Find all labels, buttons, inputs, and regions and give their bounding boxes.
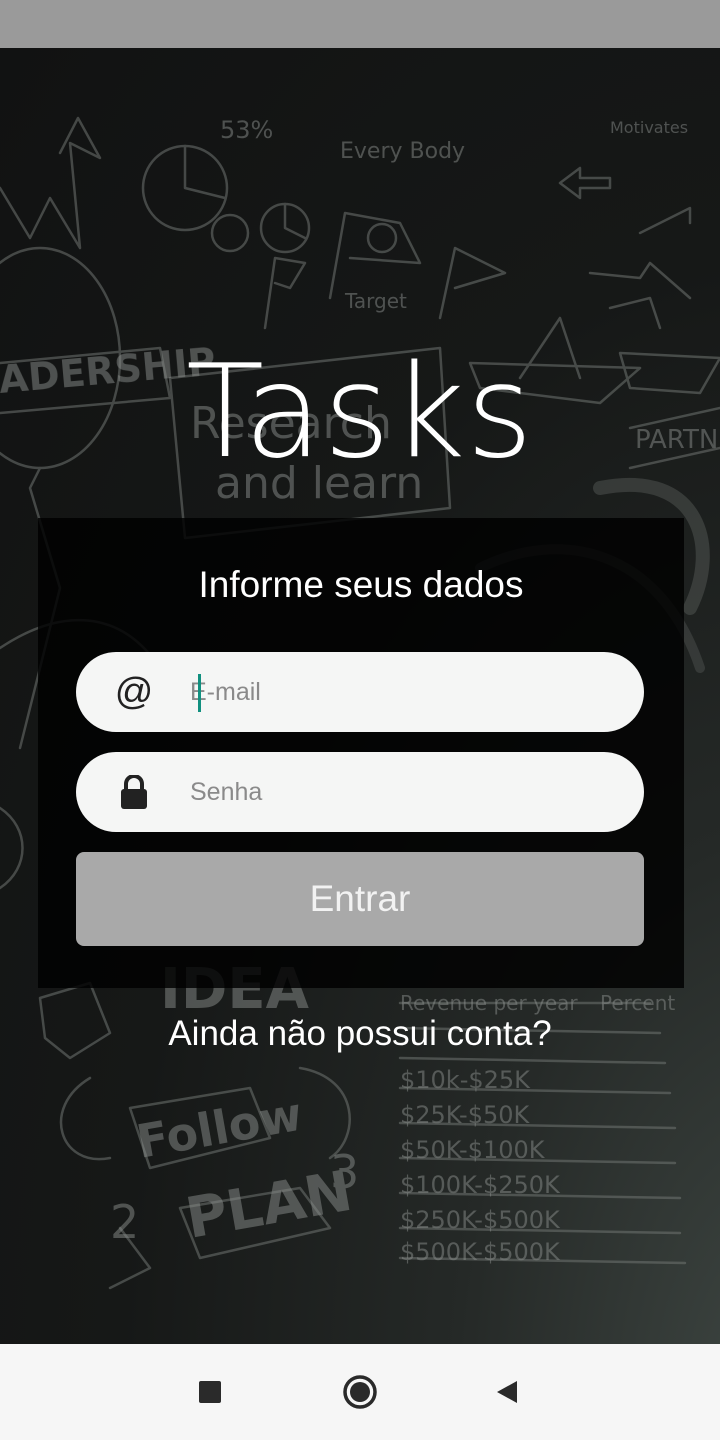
svg-text:Revenue per year: Revenue per year <box>400 991 578 1015</box>
triangle-back-icon <box>497 1381 517 1403</box>
login-form-panel: Informe seus dados @ Entrar <box>38 518 684 988</box>
recents-button[interactable] <box>186 1368 234 1416</box>
text-caret <box>198 674 201 712</box>
signup-link[interactable]: Ainda não possui conta? <box>0 1014 720 1054</box>
home-button[interactable] <box>336 1368 384 1416</box>
login-screen: 53% Every Body Target ADERSHIP Research … <box>0 48 720 1344</box>
svg-text:$50K-$100K: $50K-$100K <box>400 1136 546 1164</box>
email-input[interactable] <box>190 652 610 732</box>
svg-text:2: 2 <box>110 1195 139 1249</box>
svg-text:$100K-$250K: $100K-$250K <box>400 1171 561 1199</box>
svg-text:Percent: Percent <box>600 991 675 1015</box>
back-button[interactable] <box>482 1368 530 1416</box>
svg-text:3: 3 <box>330 1145 359 1199</box>
form-subtitle: Informe seus dados <box>198 564 524 605</box>
system-nav-bar <box>0 1344 720 1440</box>
svg-text:Motivates: Motivates <box>610 118 688 137</box>
svg-text:$10k-$25K: $10k-$25K <box>400 1066 531 1094</box>
circle-home-icon <box>343 1375 377 1409</box>
email-field[interactable]: @ <box>76 652 644 732</box>
svg-text:Follow: Follow <box>133 1087 307 1169</box>
password-field[interactable] <box>76 752 644 832</box>
status-bar <box>0 0 720 48</box>
svg-text:Target: Target <box>344 289 407 313</box>
svg-text:$25K-$50K: $25K-$50K <box>400 1101 530 1129</box>
square-recents-icon <box>199 1381 221 1403</box>
svg-text:Every Body: Every Body <box>340 139 465 164</box>
lock-icon <box>112 770 156 814</box>
login-button[interactable]: Entrar <box>76 852 644 946</box>
doodle-53-text: 53% <box>220 116 273 144</box>
password-input[interactable] <box>190 752 610 832</box>
svg-text:$500K-$500K: $500K-$500K <box>400 1238 561 1266</box>
app-title: Tasks <box>186 338 534 487</box>
svg-text:$250K-$500K: $250K-$500K <box>400 1206 561 1234</box>
at-icon: @ <box>114 671 154 713</box>
